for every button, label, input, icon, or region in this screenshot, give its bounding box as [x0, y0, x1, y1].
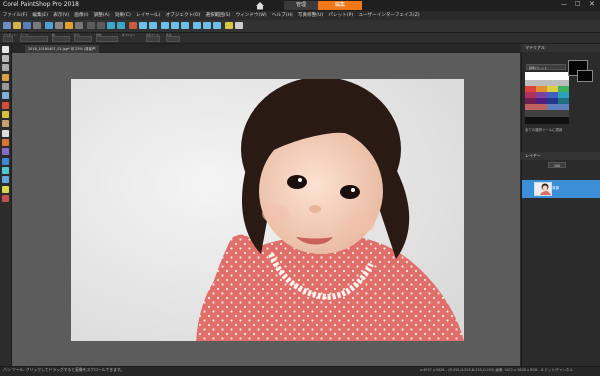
cut-icon[interactable] [55, 22, 63, 29]
menu-view[interactable]: 表示(V) [51, 11, 72, 20]
display-mode-dropdown[interactable] [146, 36, 160, 42]
layer-opacity-field[interactable]: 100 [548, 162, 566, 168]
zoom-in-icon[interactable] [161, 22, 169, 29]
materials-title: マテリアル [525, 45, 545, 50]
menu-objects[interactable]: オブジェクト(O) [163, 11, 203, 20]
straighten-tool-icon[interactable] [2, 92, 9, 99]
minimize-button[interactable]: — [561, 1, 567, 8]
dodge-tool-icon[interactable] [2, 130, 9, 137]
crop-tool-icon[interactable] [2, 83, 9, 90]
eraser-tool-icon[interactable] [2, 148, 9, 155]
tools-toolbar [0, 44, 12, 366]
flip-icon[interactable] [149, 22, 157, 29]
clone-brush-icon[interactable] [2, 120, 9, 127]
maximize-button[interactable]: □ [575, 0, 581, 7]
pick-tool-icon[interactable] [2, 55, 9, 62]
layer-name: 背景 [552, 186, 560, 190]
app-title: Corel PaintShop Pro 2018 [3, 1, 80, 8]
menu-layers[interactable]: レイヤー(L) [133, 11, 163, 20]
units-dropdown[interactable] [96, 36, 118, 42]
standard-toolbar [0, 20, 600, 33]
status-image-info: x:4937 y:3426 – (R:255,G:255,B:255,O:255… [420, 368, 573, 372]
print-icon[interactable] [45, 22, 53, 29]
preset-shape-icon[interactable] [2, 176, 9, 183]
paint-brush-icon[interactable] [2, 139, 9, 146]
palette-dropdown[interactable]: 標準パレット [526, 64, 566, 70]
dropper-tool-icon[interactable] [2, 74, 9, 81]
color-swatch-grid[interactable] [525, 72, 569, 124]
tab-edit[interactable]: 編集 [318, 1, 362, 10]
save-icon[interactable] [23, 22, 31, 29]
grid-icon[interactable] [213, 22, 221, 29]
full-screen-icon[interactable] [203, 22, 211, 29]
tool-options-bar: プリセット: モード: 幅: 高さ: 単位: オプション 表示モード: 表示: [0, 33, 600, 44]
copy-icon[interactable] [87, 22, 95, 29]
width-field[interactable] [52, 36, 70, 42]
layers-title: レイヤー [525, 153, 541, 158]
selection-tool-icon[interactable] [2, 64, 9, 71]
menu-effects[interactable]: 効果(C) [112, 11, 133, 20]
document-tab[interactable]: 2016_10160407_01.jpg* @ 25% (背景) [25, 45, 99, 53]
pan-tool-icon[interactable] [2, 46, 9, 53]
layer-thumbnail [534, 182, 552, 196]
actual-size-icon[interactable] [193, 22, 201, 29]
mode-dropdown[interactable] [20, 36, 48, 42]
picture-tube-icon[interactable] [2, 195, 9, 202]
menu-adjust[interactable]: 調整(A) [91, 11, 112, 20]
flood-fill-icon[interactable] [2, 158, 9, 165]
zoom-out-icon[interactable] [171, 22, 179, 29]
makeover-tool-icon[interactable] [2, 111, 9, 118]
menu-file[interactable]: ファイル(F) [0, 11, 30, 20]
menu-retouch[interactable]: 写真修整(U) [295, 11, 326, 20]
pen-tool-icon[interactable] [2, 186, 9, 193]
red-eye-tool-icon[interactable] [2, 102, 9, 109]
close-button[interactable]: ✕ [589, 0, 595, 8]
document-tab-close-icon[interactable]: ✕ [92, 45, 96, 53]
text-tool-icon[interactable] [2, 167, 9, 174]
menu-palettes[interactable]: パレット(P) [326, 11, 356, 20]
undo-icon[interactable] [65, 22, 73, 29]
status-hint: パン ツール: クリックしてドラッグすると画像をスクロールできます。 [3, 367, 125, 372]
toolbar-options-icon[interactable] [235, 22, 243, 29]
merge-icon[interactable] [107, 22, 115, 29]
preset-dropdown[interactable] [3, 36, 13, 42]
photo-canvas[interactable] [71, 79, 464, 341]
smart-photo-fix-icon[interactable] [225, 22, 233, 29]
height-field[interactable] [74, 36, 92, 42]
menu-window[interactable]: ウィンドウ(W) [233, 11, 269, 20]
crop-icon[interactable] [117, 22, 125, 29]
menu-image[interactable]: 画像(I) [72, 11, 91, 20]
menu-bar: ファイル(F) 編集(E) 表示(V) 画像(I) 調整(A) 効果(C) レイ… [0, 11, 600, 20]
option-label-options: オプション [122, 34, 135, 37]
open-file-icon[interactable] [13, 22, 21, 29]
background-color-swatch[interactable] [577, 70, 593, 82]
resize-icon[interactable] [129, 22, 137, 29]
rotate-icon[interactable] [139, 22, 147, 29]
save-as-icon[interactable] [33, 22, 41, 29]
menu-user-interface[interactable]: ユーザーインターフェイス(Z) [356, 11, 423, 20]
paste-icon[interactable] [97, 22, 105, 29]
menu-edit[interactable]: 編集(E) [30, 11, 51, 20]
menu-selections[interactable]: 選択範囲(S) [203, 11, 233, 20]
all-tools-checkbox-label[interactable]: 全ての選択ツールに適用 [525, 127, 562, 132]
display-dropdown[interactable] [166, 36, 180, 42]
new-file-icon[interactable] [3, 22, 11, 29]
home-icon[interactable] [255, 1, 265, 10]
redo-icon[interactable] [75, 22, 83, 29]
fit-window-icon[interactable] [181, 22, 189, 29]
tab-manage[interactable]: 管理 [284, 1, 318, 10]
menu-help[interactable]: ヘルプ(H) [269, 11, 295, 20]
